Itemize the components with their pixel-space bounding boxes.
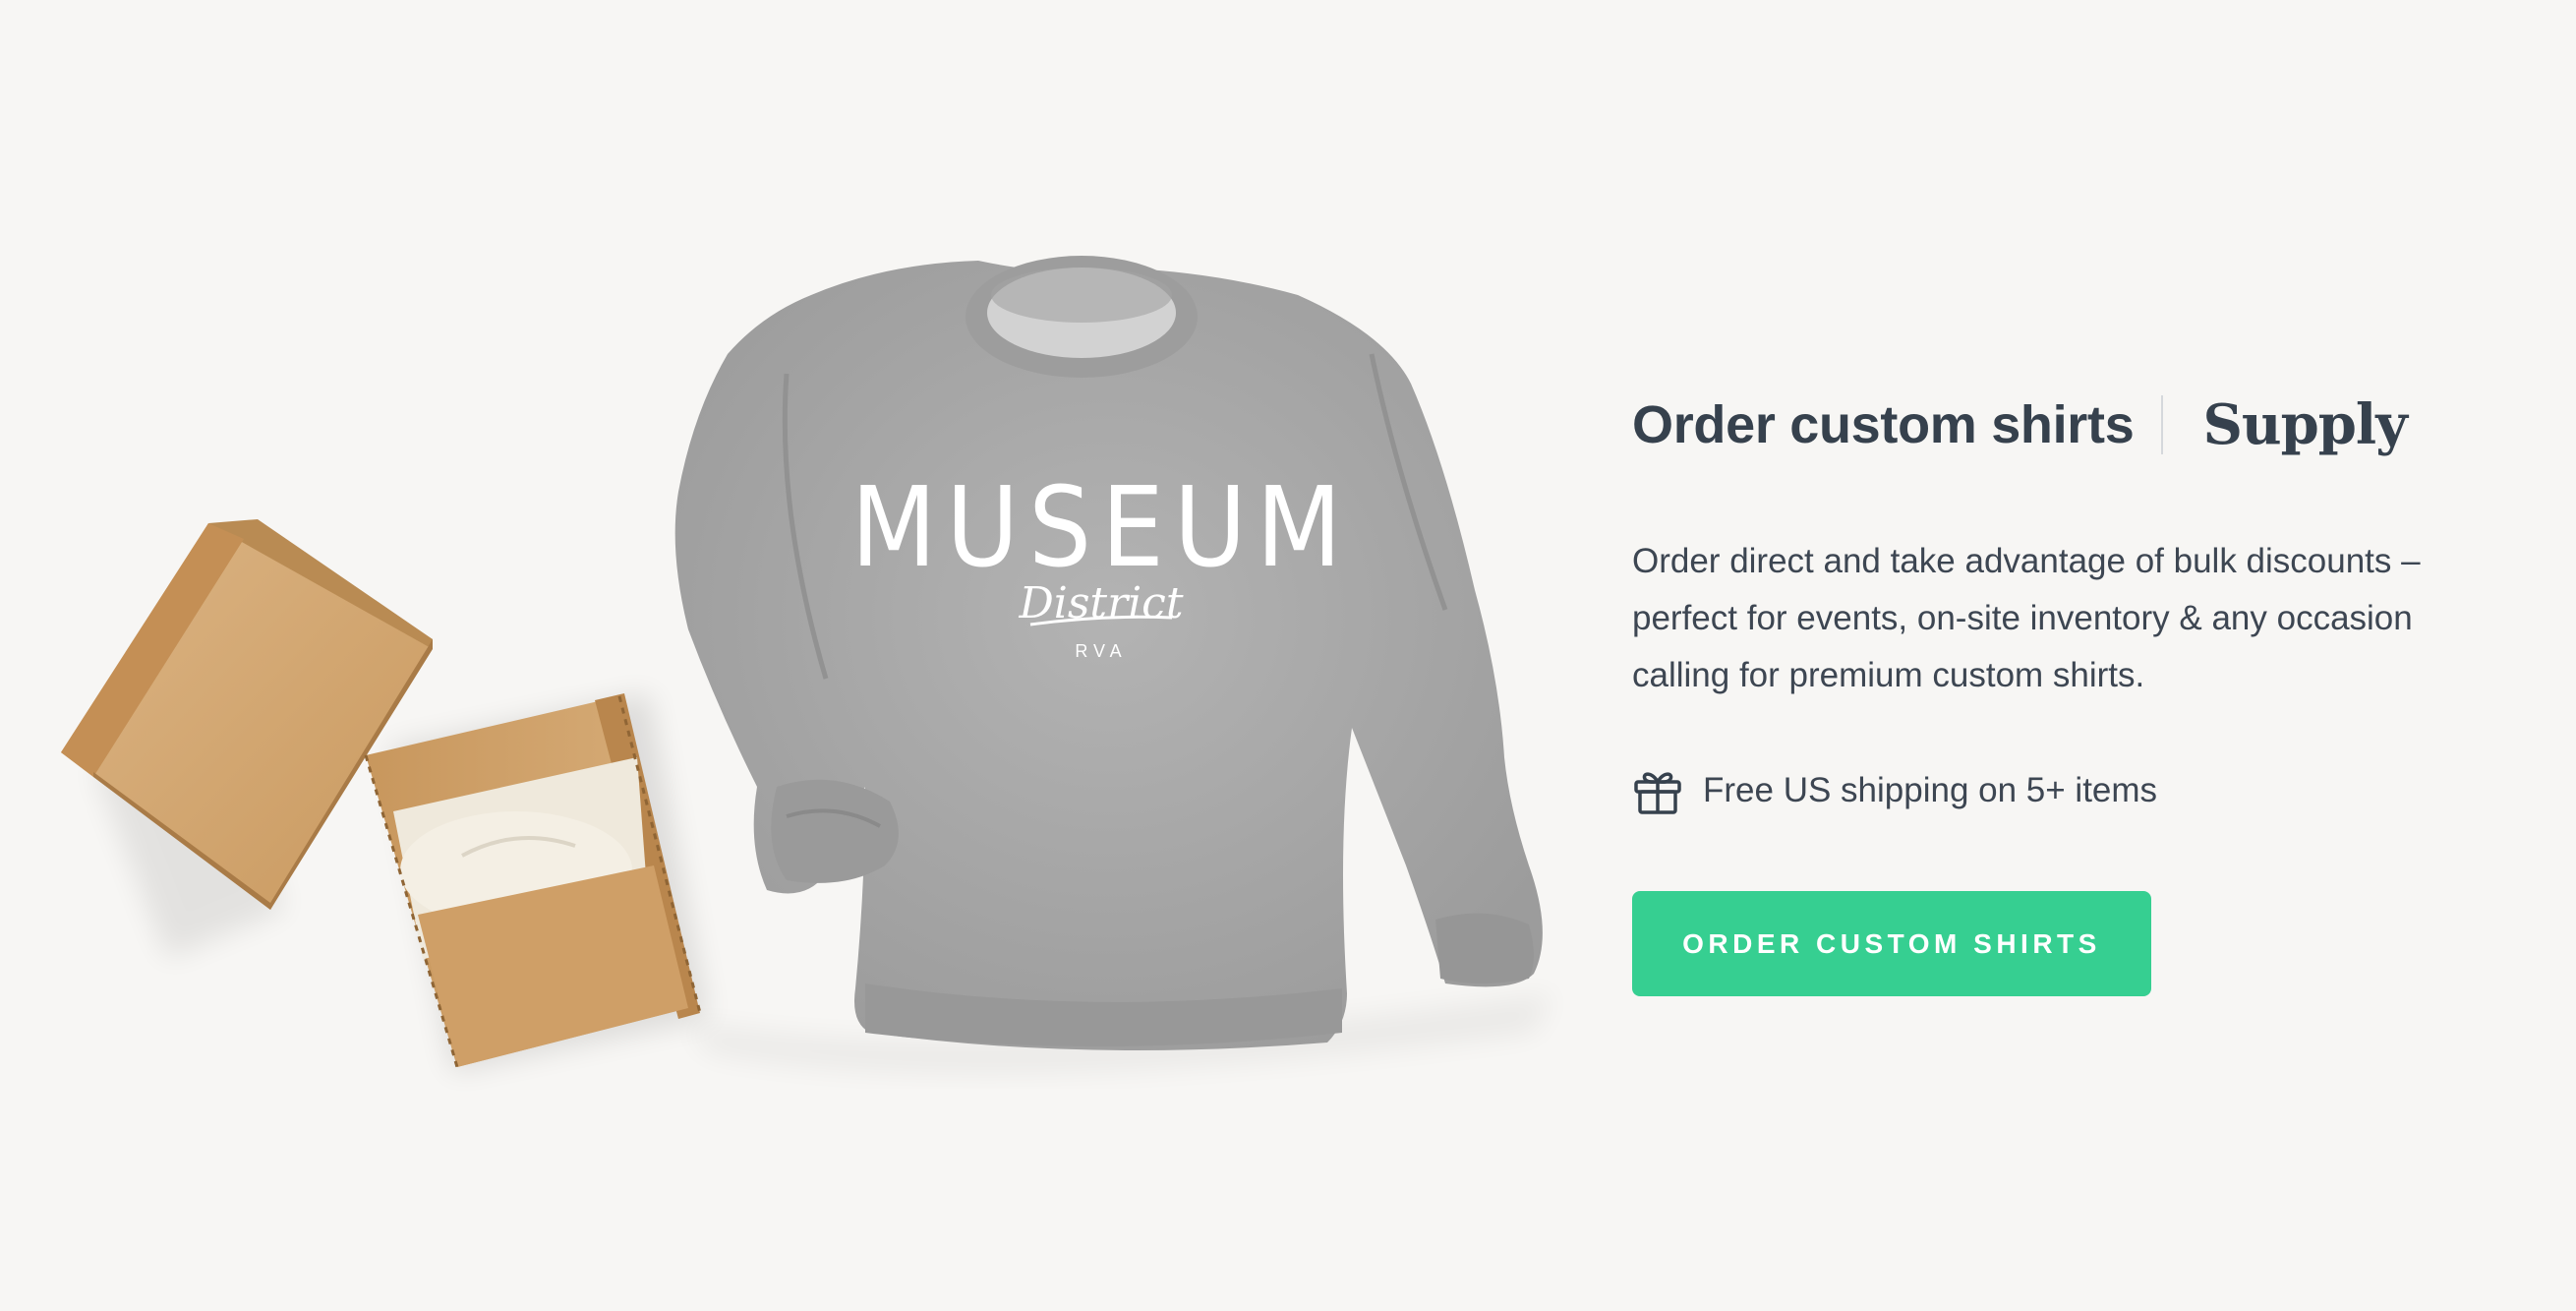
shipping-info: Free US shipping on 5+ items	[1632, 761, 2517, 820]
cardboard-lid	[61, 519, 433, 959]
gift-icon	[1632, 765, 1683, 816]
heading-row: Order custom shirts Supply	[1632, 386, 2517, 464]
product-photo: MUSEUM District RVA	[61, 256, 1553, 1073]
print-rva: RVA	[1075, 641, 1127, 661]
page-title: Order custom shirts	[1632, 395, 2135, 454]
shipping-box	[364, 693, 708, 1072]
title-divider	[2161, 395, 2164, 454]
print-district: District	[1018, 578, 1183, 628]
order-custom-shirts-button[interactable]: ORDER CUSTOM SHIRTS	[1632, 891, 2151, 996]
promo-section: MUSEUM District RVA Order custom shirts …	[0, 0, 2576, 1311]
promo-description: Order direct and take advantage of bulk …	[1632, 542, 2421, 694]
sweatshirt: MUSEUM District RVA	[674, 256, 1553, 1073]
shipping-text: Free US shipping on 5+ items	[1703, 771, 2158, 809]
promo-content: Order custom shirts Supply Order direct …	[1632, 386, 2517, 996]
brand-logo: Supply	[2202, 392, 2407, 457]
print-museum: MUSEUM	[850, 464, 1351, 592]
